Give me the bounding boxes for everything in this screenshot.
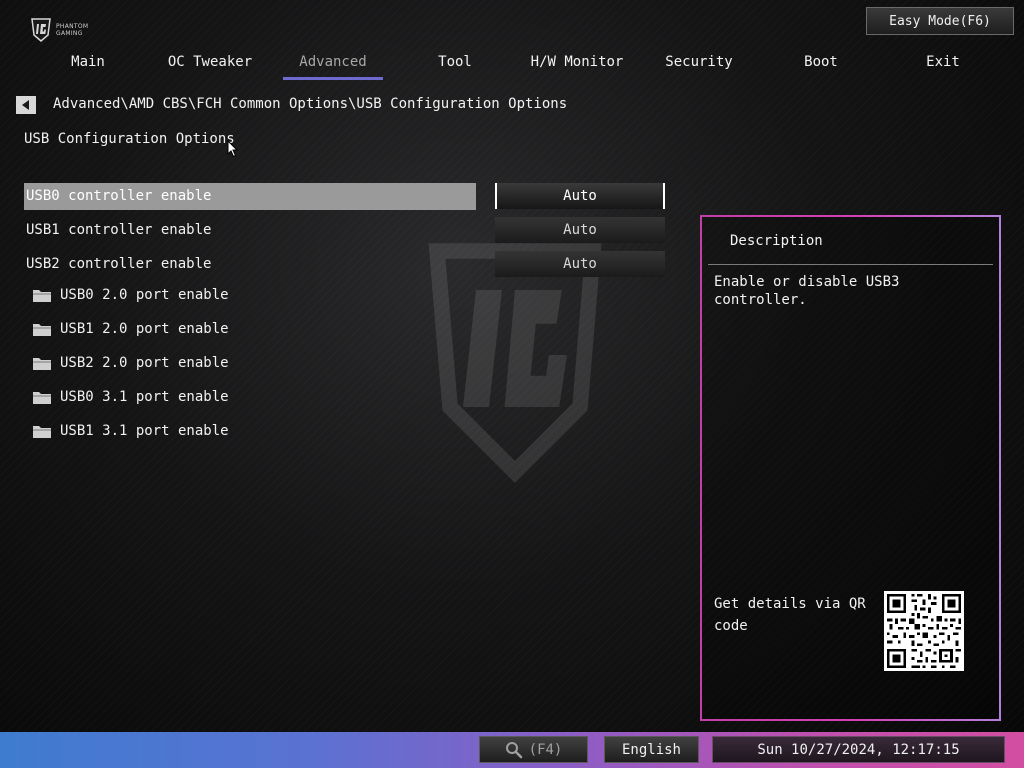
tab-oc-tweaker[interactable]: OC Tweaker [160,50,260,80]
folder-icon [33,290,51,302]
bios-screen: PHANTOM GAMING Easy Mode(F6) Main OC Twe… [0,0,1024,768]
submenu-usb2-2-0-port-enable[interactable]: USB2 2.0 port enable [32,350,229,376]
tab-tool[interactable]: Tool [405,50,505,80]
description-title: Description [730,233,823,249]
folder-icon [33,324,51,336]
option-value-usb2-controller[interactable]: Auto [495,251,665,277]
submenu-label: USB1 2.0 port enable [60,321,229,337]
search-shortcut-label: (F4) [528,741,563,758]
tab-hw-monitor[interactable]: H/W Monitor [527,50,627,80]
logo-wordmark: PHANTOM GAMING [56,23,88,37]
option-value-usb0-controller[interactable]: Auto [495,183,665,209]
description-divider [708,264,993,265]
option-usb0-controller-enable[interactable]: USB0 controller enable [24,183,476,210]
footer-bar: (F4) English Sun 10/27/2024, 12:17:15 [0,732,1024,768]
search-button[interactable]: (F4) [479,736,588,763]
tab-security[interactable]: Security [649,50,749,80]
description-text: Enable or disable USB3 controller. [714,274,900,308]
submenu-usb1-3-1-port-enable[interactable]: USB1 3.1 port enable [32,418,229,444]
arrow-left-icon [22,100,29,110]
qr-label: Get details via QR code [714,596,866,634]
folder-icon [33,426,51,438]
option-usb1-controller-enable[interactable]: USB1 controller enable [24,217,476,244]
page-title: USB Configuration Options [24,131,235,147]
submenu-label: USB1 3.1 port enable [60,423,229,439]
option-usb2-controller-enable[interactable]: USB2 controller enable [24,251,476,278]
mouse-cursor-icon [227,140,239,158]
submenu-usb0-3-1-port-enable[interactable]: USB0 3.1 port enable [32,384,229,410]
easy-mode-button[interactable]: Easy Mode(F6) [866,7,1014,35]
option-value-usb1-controller[interactable]: Auto [495,217,665,243]
submenu-usb1-2-0-port-enable[interactable]: USB1 2.0 port enable [32,316,229,342]
folder-icon [33,358,51,370]
tab-boot[interactable]: Boot [771,50,871,80]
search-icon [505,741,522,758]
logo-text-phantom: PHANTOM [56,23,89,30]
phantom-gaming-logo: PHANTOM GAMING [30,16,110,44]
language-button[interactable]: English [604,736,699,763]
main-tabs: Main OC Tweaker Advanced Tool H/W Monito… [28,50,1008,80]
breadcrumb: Advanced\AMD CBS\FCH Common Options\USB … [53,96,568,112]
qr-code-icon [884,591,964,671]
submenu-label: USB2 2.0 port enable [60,355,229,371]
tab-exit[interactable]: Exit [893,50,993,80]
submenu-label: USB0 2.0 port enable [60,287,229,303]
description-panel: Description Enable or disable USB3 contr… [700,215,1001,721]
logo-text-gaming: GAMING [56,30,83,37]
tab-main[interactable]: Main [38,50,138,80]
phantom-gaming-logo-icon [31,18,51,42]
tab-advanced[interactable]: Advanced [283,50,383,80]
date-time-display: Sun 10/27/2024, 12:17:15 [712,736,1005,763]
folder-icon [33,392,51,404]
submenu-label: USB0 3.1 port enable [60,389,229,405]
submenu-usb0-2-0-port-enable[interactable]: USB0 2.0 port enable [32,282,229,308]
back-button[interactable] [16,96,36,114]
